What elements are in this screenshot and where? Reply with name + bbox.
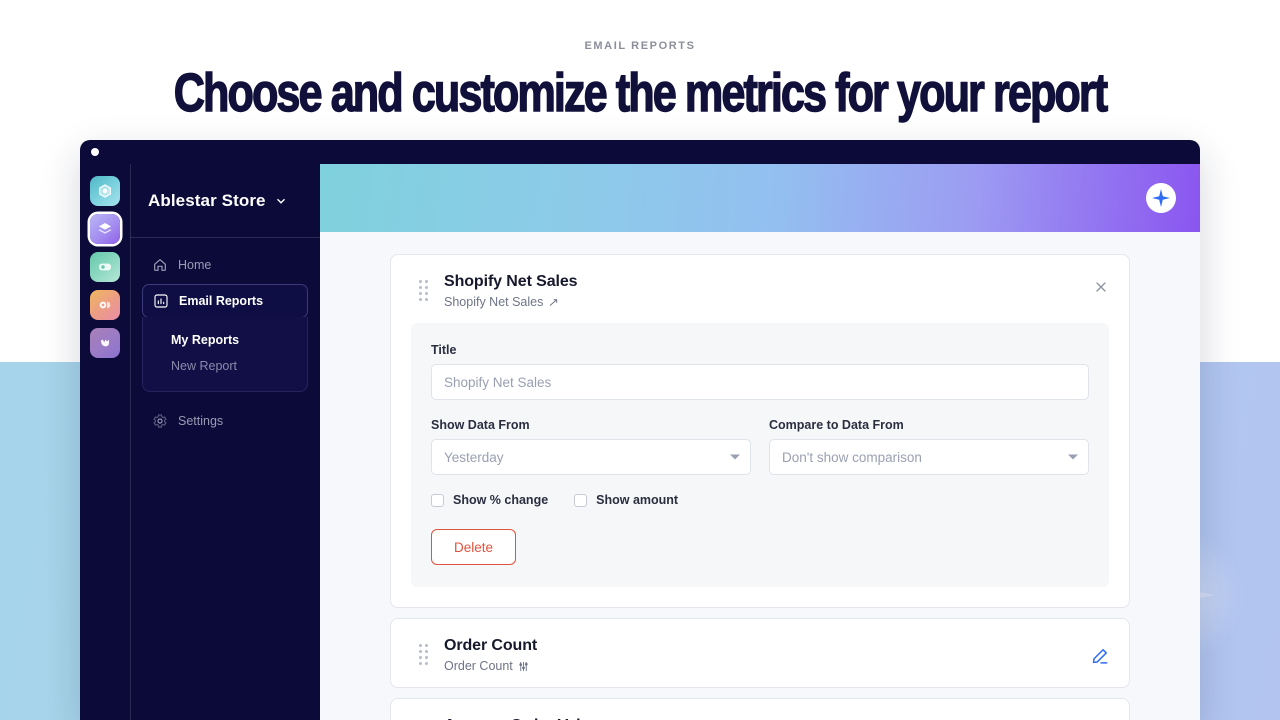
trending-up-icon <box>550 298 558 306</box>
metric-title: Shopify Net Sales <box>444 273 578 290</box>
app-icon-bird[interactable] <box>90 328 120 358</box>
sparkle-icon <box>1152 189 1170 207</box>
sidebar-item-label: Home <box>178 258 212 272</box>
sidebar-item-label: Settings <box>178 414 224 428</box>
eyebrow-label: EMAIL REPORTS <box>584 40 696 52</box>
metric-subtitle: Shopify Net Sales <box>444 295 1093 309</box>
title-field-label: Title <box>431 343 457 357</box>
metric-card-header[interactable]: Shopify Net Sales Shopify Net Sales <box>391 255 1129 323</box>
home-icon <box>154 258 166 271</box>
show-data-from-select[interactable]: Yesterday <box>431 439 751 475</box>
sidebar-item-settings[interactable]: Settings <box>142 406 308 436</box>
metric-card-header[interactable]: Order Count Order Count <box>391 619 1129 687</box>
sidebar-nav: Ablestar Store Home Email Reports My Rep… <box>130 164 320 720</box>
delete-button[interactable]: Delete <box>431 529 517 565</box>
edit-pencil-icon[interactable] <box>1090 647 1109 666</box>
sparkle-badge[interactable] <box>1146 183 1176 213</box>
app-window: Ablestar Store Home Email Reports My Rep… <box>80 140 1200 720</box>
sidebar-item-email-reports[interactable]: Email Reports <box>142 284 308 318</box>
gradient-banner <box>320 164 1200 232</box>
metrics-list: Shopify Net Sales Shopify Net Sales Titl… <box>320 232 1200 720</box>
metric-card-header[interactable]: Average Order Value Average Order Value <box>391 699 1129 720</box>
show-data-from-label: Show Data From <box>431 418 530 432</box>
sidebar-item-new-report[interactable]: New Report <box>143 353 307 379</box>
metric-subtitle-text: Shopify Net Sales <box>444 295 544 309</box>
compare-to-data-from-value: Don't show comparison <box>782 449 922 465</box>
app-icon-bulk-edit[interactable] <box>90 252 120 282</box>
drag-handle-icon[interactable] <box>419 643 428 665</box>
metric-card: Order Count Order Count <box>390 618 1130 688</box>
page-title: Choose and customize the metrics for you… <box>173 62 1109 123</box>
sliders-icon <box>519 661 528 671</box>
window-titlebar <box>80 140 1200 164</box>
metric-card: Average Order Value Average Order Value <box>390 698 1130 720</box>
compare-to-data-from-label: Compare to Data From <box>769 418 904 432</box>
checkbox-box[interactable] <box>431 493 444 507</box>
show-amount-label: Show amount <box>596 493 679 507</box>
metric-card: Shopify Net Sales Shopify Net Sales Titl… <box>390 254 1130 608</box>
close-icon[interactable] <box>1093 279 1109 295</box>
chevron-down-icon <box>730 454 740 460</box>
show-amount-checkbox[interactable]: Show amount <box>574 493 678 507</box>
checkbox-box[interactable] <box>574 493 588 507</box>
show-data-from-value: Yesterday <box>444 449 504 465</box>
show-pct-change-label: Show % change <box>453 493 549 507</box>
chevron-down-icon <box>1068 454 1078 460</box>
metric-subtitle-text: Order Count <box>444 659 513 673</box>
metric-title: Order Count <box>444 637 538 654</box>
main-content: Shopify Net Sales Shopify Net Sales Titl… <box>320 164 1200 720</box>
store-switcher[interactable]: Ablestar Store <box>130 164 320 238</box>
bar-chart-icon <box>154 294 168 308</box>
gear-icon <box>153 414 167 428</box>
app-icon-cube[interactable] <box>90 176 120 206</box>
app-icon-discount[interactable] <box>90 290 120 320</box>
drag-handle-icon[interactable] <box>419 279 428 301</box>
store-name: Ablestar Store <box>148 191 266 210</box>
sidebar-item-label: Email Reports <box>179 294 264 308</box>
show-pct-change-checkbox[interactable]: Show % change <box>431 493 548 507</box>
chevron-down-icon <box>276 198 285 204</box>
metric-edit-panel: Title Show Data From Yesterday <box>411 323 1109 587</box>
compare-to-data-from-select[interactable]: Don't show comparison <box>769 439 1089 475</box>
sidebar-subnav: My Reports New Report <box>142 317 308 392</box>
hero-section: EMAIL REPORTS Choose and customize the m… <box>0 0 1280 120</box>
app-icon-rail <box>80 164 130 720</box>
sidebar-item-home[interactable]: Home <box>142 250 308 280</box>
metric-subtitle: Order Count <box>444 659 1090 673</box>
title-input[interactable] <box>431 364 1089 400</box>
window-dot-icon[interactable] <box>91 148 99 156</box>
app-icon-layers[interactable] <box>90 214 120 244</box>
sidebar-item-my-reports[interactable]: My Reports <box>143 327 307 353</box>
